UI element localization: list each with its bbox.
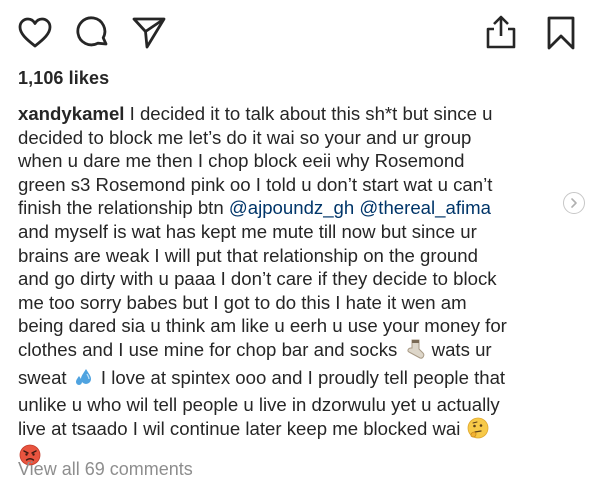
paper-plane-icon[interactable] xyxy=(132,16,166,50)
caption-line: and go dirty with u paaa I don’t care if… xyxy=(18,268,497,290)
caption-line: when u dare me then I chop block eeii wh… xyxy=(18,150,465,172)
comment-bubble-icon[interactable] xyxy=(76,16,110,50)
caption-line: clothes and I use mine for chop bar and … xyxy=(18,338,574,366)
caption-line: unlike u who wil tell people u live in d… xyxy=(18,394,500,416)
caption-line: being dared sia u think am like u eerh u… xyxy=(18,315,507,337)
heart-outline-icon[interactable] xyxy=(18,17,52,49)
caption-line: finish the relationship btn @ajpoundz_gh… xyxy=(18,197,491,219)
thinking-face-emoji xyxy=(467,417,489,445)
bookmark-icon[interactable] xyxy=(546,16,576,50)
caption-line: brains are weak I will put that relation… xyxy=(18,244,478,266)
socks-emoji xyxy=(404,338,426,366)
caption-line: decided to block me let’s do it wai so y… xyxy=(18,126,472,148)
chevron-right-icon[interactable] xyxy=(563,192,585,214)
caption-line: xandykamel I decided it to talk about th… xyxy=(18,103,493,124)
caption-line: me too sorry babes but I got to do this … xyxy=(18,291,467,313)
view-all-comments-link[interactable]: View all 69 comments xyxy=(18,459,193,480)
share-upload-icon[interactable] xyxy=(484,14,518,50)
post-caption: xandykamel I decided it to talk about th… xyxy=(18,102,574,472)
caption-line: live at tsaado I wil continue later keep… xyxy=(18,417,574,445)
caption-line: green s3 Rosemond pink oo I told u don’t… xyxy=(18,173,493,195)
mention-link-2[interactable]: @thereal_afima xyxy=(359,197,491,218)
likes-count[interactable]: 1,106 likes xyxy=(18,68,109,89)
sweat-droplets-emoji xyxy=(73,366,95,394)
mention-link-1[interactable]: @ajpoundz_gh xyxy=(229,197,354,218)
caption-username[interactable]: xandykamel xyxy=(18,103,124,124)
caption-line: sweat I love at spintex ooo and I proudl… xyxy=(18,366,574,394)
post-action-bar xyxy=(0,0,610,64)
caption-line: and myself is wat has kept me mute till … xyxy=(18,220,477,242)
